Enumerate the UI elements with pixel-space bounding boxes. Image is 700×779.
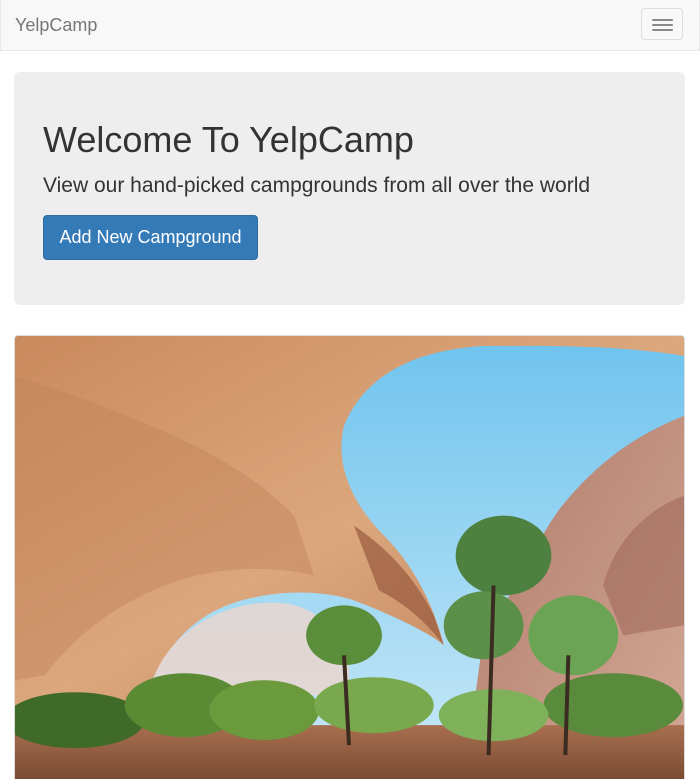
campground-image [15, 336, 684, 779]
page-subtitle: View our hand-picked campgrounds from al… [43, 174, 591, 197]
navbar: YelpCamp [0, 0, 700, 51]
hamburger-menu-icon-bar [652, 24, 673, 26]
navbar-toggle-button[interactable] [641, 8, 683, 40]
navbar-brand[interactable]: YelpCamp [15, 14, 97, 36]
jumbotron: Welcome To YelpCamp View our hand-picked… [14, 72, 685, 305]
hamburger-menu-icon [652, 19, 673, 21]
page-title: Welcome To YelpCamp [43, 119, 414, 160]
add-new-campground-button[interactable]: Add New Campground [43, 215, 258, 260]
hamburger-menu-icon-bar [652, 29, 673, 31]
campground-thumbnail[interactable] [14, 335, 685, 779]
